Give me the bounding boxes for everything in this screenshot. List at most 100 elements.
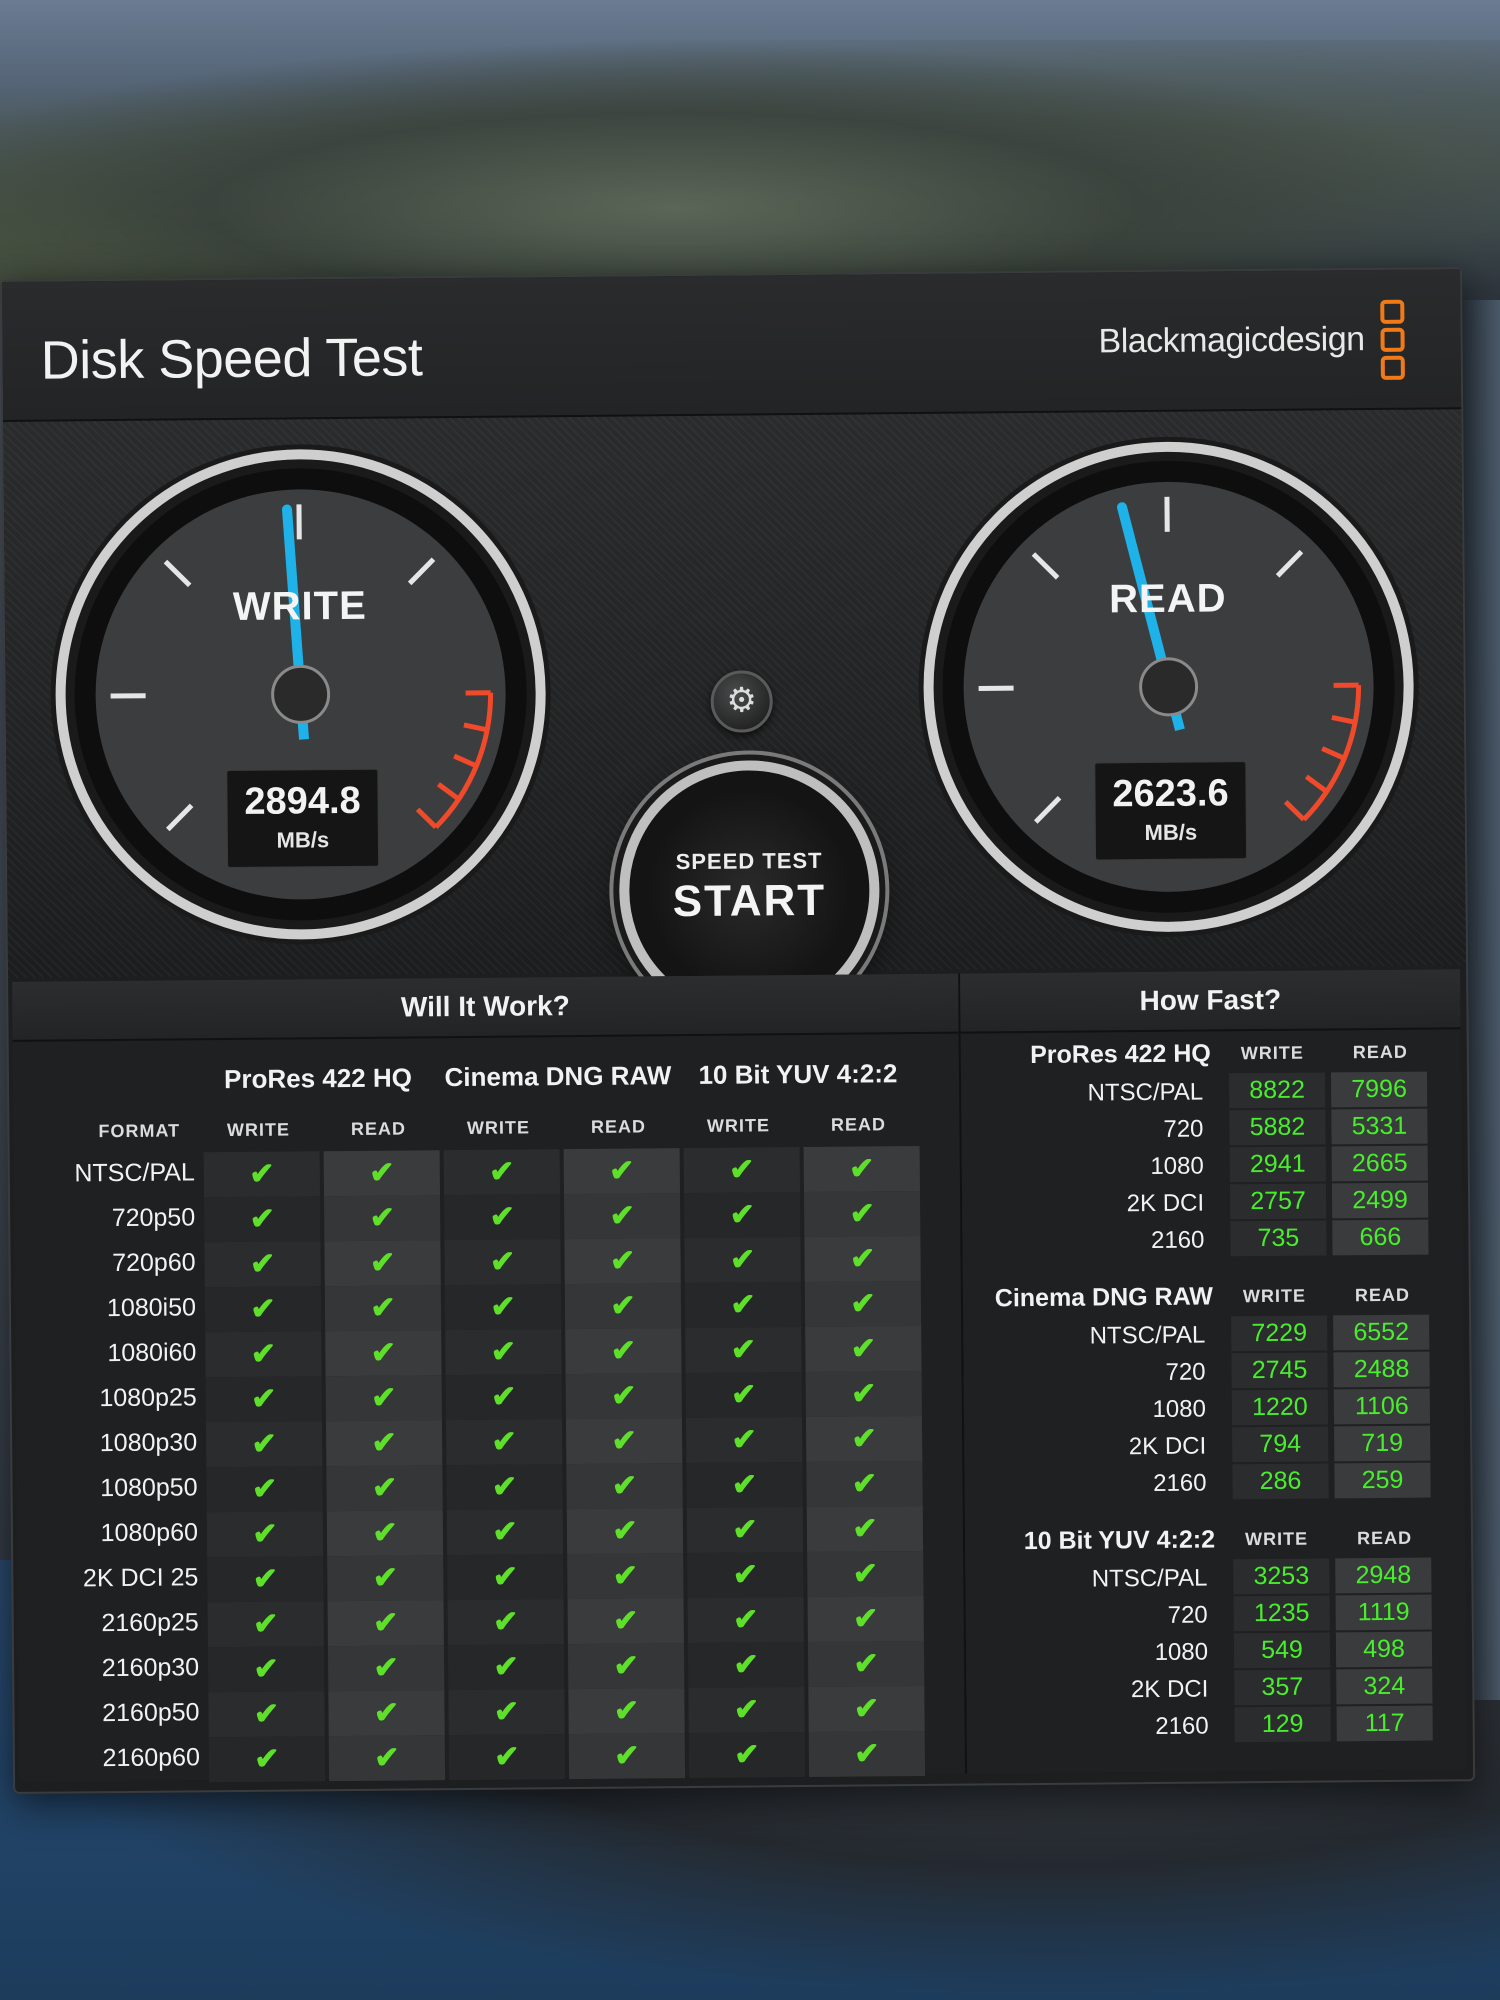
check-icon: ✔ [684,1237,801,1284]
format-name: 2160p30 [101,1653,200,1683]
write-speed-value: 2894.8 [244,779,361,823]
check-icon: ✔ [327,1600,444,1647]
check-icon: ✔ [444,1194,561,1241]
group-yuv-title: 10 Bit YUV 4:2:2 [698,1058,898,1090]
read-fps-value: 666 [1332,1219,1429,1256]
write-fps-value: 549 [1233,1632,1331,1669]
check-icon: ✔ [685,1372,802,1419]
check-icon: ✔ [568,1688,685,1735]
how-fast-row: NTSC/PAL 3253 2948 [965,1557,1465,1598]
read-fps-value: 6552 [1333,1314,1430,1351]
write-gauge: WRITE 2894.8 MB/s [43,437,557,951]
write-speed-unit: MB/s [276,827,330,853]
check-icon: ✔ [807,1550,924,1598]
resolution-label: 2160 [1155,1712,1209,1740]
check-icon: ✔ [803,1191,921,1238]
read-column-label: READ [1352,1041,1408,1063]
start-button-subtitle: SPEED TEST [675,847,823,875]
write-gauge-label: WRITE [232,583,367,629]
read-fps-value: 1106 [1333,1388,1431,1425]
write-fps-value: 7229 [1231,1315,1328,1352]
format-name: 2160p25 [101,1608,199,1638]
resolution-label: 2160 [1153,1469,1207,1497]
write-fps-value: 794 [1232,1426,1329,1463]
write-fps-value: 5882 [1229,1109,1326,1146]
read-fps-value: 2499 [1331,1182,1429,1219]
read-fps-value: 719 [1334,1425,1431,1462]
how-fast-row: 2K DCI 794 719 [964,1425,1464,1466]
how-fast-group: Cinema DNG RAW WRITE READ NTSC/PAL 7229 6552 7… [963,1274,1465,1503]
prores-read-label: READ [350,1118,407,1139]
write-fps-value: 2745 [1231,1352,1328,1389]
format-name: 1080i60 [107,1338,197,1368]
check-icon: ✔ [686,1507,804,1554]
brand-name: Blackmagicdesign [1098,320,1365,361]
format-name: 720p50 [111,1203,196,1233]
yuv-read-label: READ [830,1114,886,1135]
how-fast-group: 10 Bit YUV 4:2:2 WRITE READ NTSC/PAL 3253 294… [965,1517,1467,1746]
read-gauge-dial [918,436,1419,937]
resolution-label: 2K DCI [1126,1189,1205,1218]
gear-icon: ⚙ [726,681,758,720]
will-it-work-rows: NTSC/PAL ✔ ✔ ✔ ✔ ✔ ✔ 720p50 ✔ ✔ ✔ ✔ ✔ ✔ 720p60 ✔ ✔ ✔ ✔ ✔ ✔ 10… [14,1146,965,1784]
format-name: 1080p60 [100,1518,199,1548]
check-icon: ✔ [568,1733,686,1780]
how-fast-row: 2160 129 117 [967,1705,1467,1746]
how-fast-row: NTSC/PAL 8822 7996 [961,1071,1461,1112]
read-fps-value: 2488 [1333,1351,1430,1388]
resolution-label: 720 [1167,1601,1208,1629]
check-icon: ✔ [323,1150,441,1197]
read-speed-readout: 2623.6 MB/s [1094,761,1248,861]
resolution-label: 1080 [1152,1395,1207,1423]
check-icon: ✔ [326,1510,444,1557]
how-fast-group-header: Cinema DNG RAW WRITE READ [963,1274,1463,1318]
check-icon: ✔ [804,1236,921,1283]
settings-gear-button[interactable]: ⚙ [710,670,773,733]
write-speed-readout: 2894.8 MB/s [226,768,380,869]
how-fast-row: 2K DCI 357 324 [966,1668,1466,1709]
check-icon: ✔ [447,1599,564,1646]
check-icon: ✔ [327,1645,445,1692]
resolution-label: 2K DCI [1130,1675,1209,1704]
check-icon: ✔ [564,1238,681,1285]
yuv-write-label: WRITE [706,1115,770,1136]
how-fast-row: 720 5882 5331 [961,1108,1461,1149]
resolution-label: NTSC/PAL [1089,1321,1206,1350]
title-bar: Disk Speed Test Blackmagicdesign [2,269,1462,422]
prores-write-label: WRITE [226,1119,291,1141]
check-icon: ✔ [447,1554,564,1601]
grid-header: FORMAT ProRes 422 HQ Cinema DNG RAW 10 B… [13,1036,960,1154]
write-fps-value: 1220 [1231,1389,1329,1426]
read-speed-value: 2623.6 [1112,772,1229,816]
check-icon: ✔ [444,1284,562,1331]
how-fast-row: 720 2745 2488 [963,1351,1463,1392]
codec-name: 10 Bit YUV 4:2:2 [1023,1525,1216,1556]
how-fast-row: 2160 286 259 [964,1462,1464,1503]
check-icon: ✔ [805,1415,923,1463]
check-icon: ✔ [684,1282,802,1329]
check-icon: ✔ [328,1690,445,1737]
check-icon: ✔ [685,1327,802,1374]
read-fps-value: 117 [1336,1705,1433,1742]
gauge-area: WRITE 2894.8 MB/s ⚙ SPEED TEST START REA… [3,409,1467,1022]
codec-name: ProRes 422 HQ [1030,1039,1211,1070]
how-fast-group-header: 10 Bit YUV 4:2:2 WRITE READ [965,1517,1465,1561]
check-icon: ✔ [566,1508,684,1555]
check-icon: ✔ [685,1417,803,1464]
read-fps-value: 2665 [1331,1145,1428,1182]
check-icon: ✔ [327,1555,444,1602]
format-name: 2K DCI 25 [82,1563,199,1593]
write-fps-value: 357 [1234,1669,1331,1706]
check-icon: ✔ [687,1642,805,1689]
check-icon: ✔ [808,1730,926,1777]
check-icon: ✔ [567,1598,684,1645]
group-cinema-dng-title: Cinema DNG RAW [444,1060,672,1093]
check-icon: ✔ [808,1685,925,1732]
check-icon: ✔ [207,1601,324,1648]
resolution-label: 1080 [1150,1152,1204,1180]
check-icon: ✔ [448,1689,565,1736]
format-name: 1080p50 [100,1473,198,1503]
check-icon: ✔ [444,1239,561,1286]
format-name: 2160p50 [102,1698,200,1728]
check-icon: ✔ [683,1192,801,1239]
